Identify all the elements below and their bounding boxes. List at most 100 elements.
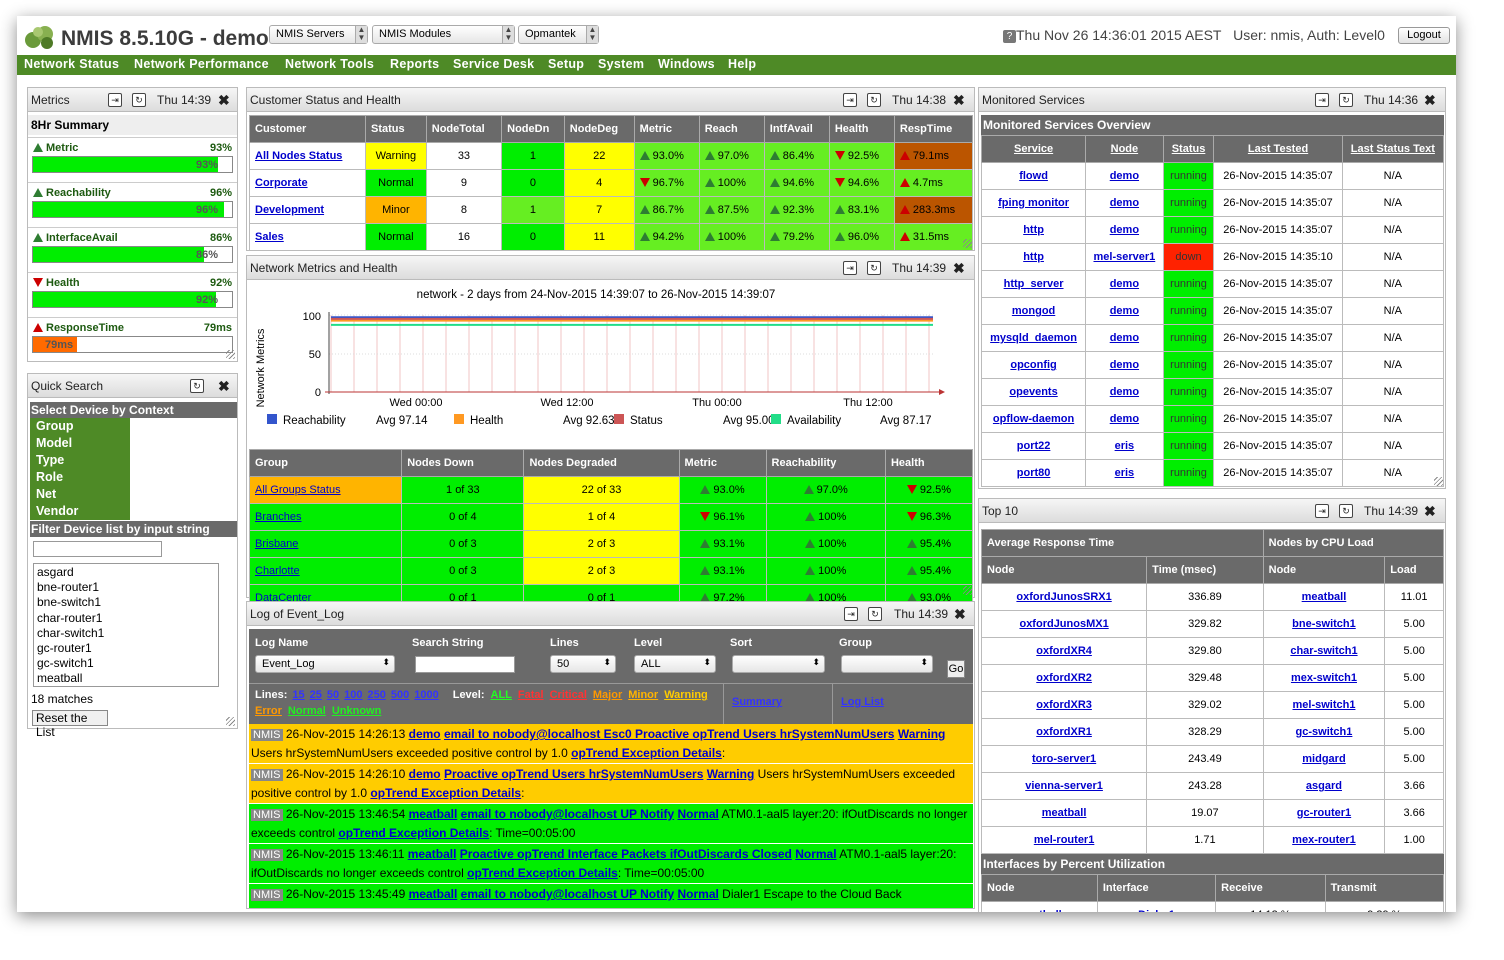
event-node-link[interactable]: demo (409, 727, 441, 741)
lines-option-500[interactable]: 500 (391, 689, 409, 701)
node-link[interactable]: toro-server1 (1032, 753, 1096, 765)
event-detail-link[interactable]: Proactive opTrend Users hrSystemNumUsers (444, 767, 703, 781)
reset-list-button[interactable]: Reset the List (32, 710, 108, 739)
service-link[interactable]: http (1023, 224, 1044, 236)
popout-icon[interactable]: ⇥ (1315, 93, 1329, 107)
service-link[interactable]: mysqld_daemon (990, 332, 1077, 344)
level-option-unknown[interactable]: Unknown (332, 705, 382, 717)
event-severity-link[interactable]: Warning (707, 767, 755, 781)
resize-grip-icon[interactable] (963, 239, 972, 248)
node-link[interactable]: oxfordXR1 (1036, 726, 1092, 738)
device-option[interactable]: bne-router1 (37, 580, 215, 595)
refresh-icon[interactable]: ↻ (190, 379, 204, 393)
node-link[interactable]: gc-switch1 (1296, 726, 1353, 738)
node-link[interactable]: vienna-server1 (1025, 780, 1103, 792)
popout-icon[interactable]: ⇥ (1315, 504, 1329, 518)
column-header[interactable]: Service (980, 135, 1087, 163)
menu-service-desk[interactable]: Service Desk (453, 57, 534, 71)
context-item-group[interactable]: Group (30, 418, 130, 435)
resize-grip-icon[interactable] (1434, 477, 1443, 486)
node-link[interactable]: mex-switch1 (1291, 672, 1357, 684)
device-option[interactable]: asgard (37, 565, 215, 580)
event-detail-link[interactable]: email to nobody@localhost UP Notify (461, 807, 675, 821)
popout-icon[interactable]: ⇥ (844, 607, 858, 621)
metrics-titlebar[interactable]: Metrics ⇥ ↻ Thu 14:39 ✖ (28, 88, 237, 112)
refresh-icon[interactable]: ↻ (1339, 93, 1353, 107)
group-select[interactable]: ⬍ (841, 655, 933, 673)
refresh-icon[interactable]: ↻ (868, 607, 882, 621)
event-node-link[interactable]: meatball (409, 807, 458, 821)
netmetrics-titlebar[interactable]: Network Metrics and Health ⇥ ↻ Thu 14:39… (247, 256, 974, 280)
popout-icon[interactable]: ⇥ (843, 93, 857, 107)
lines-option-100[interactable]: 100 (344, 689, 362, 701)
node-link[interactable]: demo (1110, 224, 1139, 236)
level-select[interactable]: ALL ⬍ (634, 655, 716, 673)
close-icon[interactable]: ✖ (953, 260, 965, 277)
group-link[interactable]: Branches (255, 511, 301, 523)
summary-link[interactable]: Summary (732, 696, 782, 708)
lines-option-1000[interactable]: 1000 (414, 689, 438, 701)
service-link[interactable]: opevents (1009, 386, 1057, 398)
quick-search-titlebar[interactable]: Quick Search ↻ ✖ (28, 374, 237, 398)
device-option[interactable]: gc-switch1 (37, 656, 215, 671)
device-option[interactable]: char-router1 (37, 611, 215, 626)
service-link[interactable]: http_server (1004, 278, 1064, 290)
level-option-normal[interactable]: Normal (288, 705, 326, 717)
node-link[interactable]: demo (1110, 413, 1139, 425)
customer-link[interactable]: Development (255, 204, 324, 216)
close-icon[interactable]: ✖ (1424, 503, 1436, 520)
optrend-details-link[interactable]: opTrend Exception Details (338, 826, 489, 840)
lines-select[interactable]: 50 ⬍ (550, 655, 616, 673)
sort-select[interactable]: ⬍ (732, 655, 825, 673)
optrend-details-link[interactable]: opTrend Exception Details (571, 746, 722, 760)
level-option-major[interactable]: Major (593, 689, 622, 701)
node-link[interactable]: char-switch1 (1290, 645, 1357, 657)
event-node-link[interactable]: meatball (408, 847, 457, 861)
node-link[interactable]: oxfordJunosSRX1 (1016, 591, 1111, 603)
refresh-icon[interactable]: ↻ (867, 93, 881, 107)
eventlog-titlebar[interactable]: Log of Event_Log ⇥ ↻ Thu 14:39 ✖ (247, 602, 974, 626)
column-header[interactable]: Node (1085, 135, 1164, 163)
device-option[interactable]: meatball (37, 671, 215, 686)
event-severity-link[interactable]: Normal (677, 887, 718, 901)
close-icon[interactable]: ✖ (953, 92, 965, 109)
close-icon[interactable]: ✖ (1424, 92, 1436, 109)
node-link[interactable]: eris (1115, 467, 1135, 479)
node-link[interactable]: meatball (1042, 807, 1087, 819)
lines-option-15[interactable]: 15 (292, 689, 304, 701)
context-item-type[interactable]: Type (30, 452, 130, 469)
event-detail-link[interactable]: Proactive opTrend Interface Packets ifOu… (460, 847, 792, 861)
level-option-minor[interactable]: Minor (628, 689, 658, 701)
lines-option-25[interactable]: 25 (310, 689, 322, 701)
close-icon[interactable]: ✖ (218, 378, 230, 395)
nmis-modules-select[interactable]: NMIS Modules ▲ ▼ (372, 25, 515, 44)
node-link[interactable]: oxfordXR4 (1036, 645, 1092, 657)
event-severity-link[interactable]: Normal (677, 807, 718, 821)
menu-windows[interactable]: Windows (658, 57, 715, 71)
node-link[interactable]: mel-router1 (1034, 834, 1095, 846)
device-option[interactable]: char-switch1 (37, 626, 215, 641)
customer-link[interactable]: Sales (255, 231, 284, 243)
device-option[interactable]: bne-switch1 (37, 595, 215, 610)
node-link[interactable]: demo (1110, 359, 1139, 371)
node-link[interactable]: demo (1110, 386, 1139, 398)
event-node-link[interactable]: demo (409, 767, 441, 781)
service-link[interactable]: fping monitor (998, 197, 1069, 209)
node-link[interactable]: midgard (1302, 753, 1345, 765)
context-item-model[interactable]: Model (30, 435, 130, 452)
loglist-link[interactable]: Log List (841, 696, 884, 708)
level-option-critical[interactable]: Critical (550, 689, 587, 701)
optrend-details-link[interactable]: opTrend Exception Details (370, 786, 521, 800)
go-button[interactable]: Go (947, 660, 965, 678)
refresh-icon[interactable]: ↻ (1339, 504, 1353, 518)
logout-button[interactable]: Logout (1398, 27, 1450, 44)
service-link[interactable]: mongod (1012, 305, 1055, 317)
node-link[interactable]: demo (1110, 278, 1139, 290)
event-severity-link[interactable]: Warning (898, 727, 946, 741)
lines-option-250[interactable]: 250 (368, 689, 386, 701)
opmantek-select[interactable]: Opmantek ▲ ▼ (518, 25, 599, 44)
menu-system[interactable]: System (598, 57, 644, 71)
menu-network-status[interactable]: Network Status (24, 57, 119, 71)
group-link[interactable]: Charlotte (255, 565, 300, 577)
close-icon[interactable]: ✖ (954, 606, 966, 623)
